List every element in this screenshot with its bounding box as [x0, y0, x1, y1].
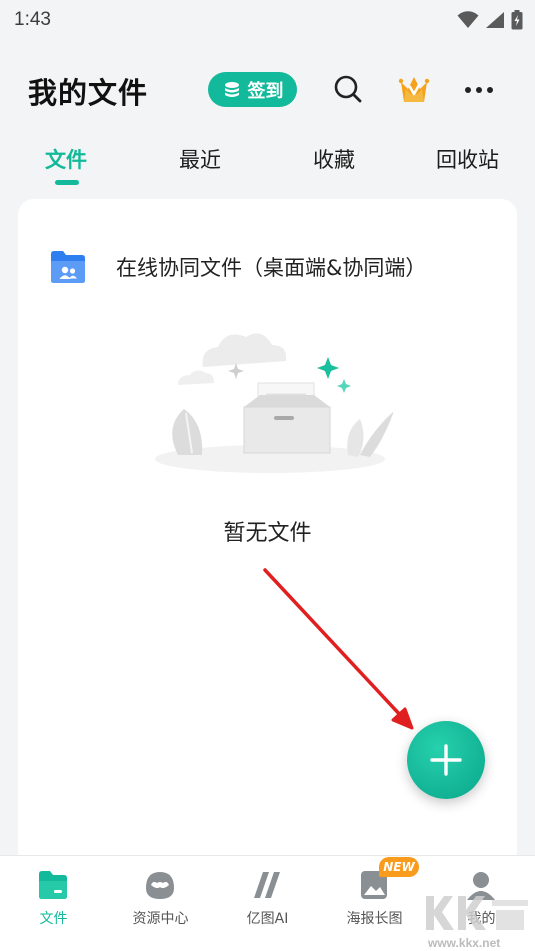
nav-item-files[interactable]: 文件 — [0, 856, 107, 951]
annotation-arrow — [263, 568, 414, 730]
online-folder-label: 在线协同文件（桌面端&协同端） — [116, 256, 427, 280]
status-time: 1:43 — [14, 9, 51, 30]
new-badge: NEW — [379, 857, 419, 877]
sign-in-label: 签到 — [247, 80, 284, 102]
page-title: 我的文件 — [28, 76, 149, 110]
tab-bar: 文件 最近 收藏 回收站 — [0, 140, 535, 190]
watermark-logo — [426, 896, 528, 930]
vip-crown-icon[interactable] — [396, 71, 432, 107]
tab-indicator — [55, 180, 79, 185]
tab-recycle-bin[interactable]: 回收站 — [436, 144, 499, 174]
nav-label-files: 文件 — [39, 911, 68, 927]
nav-label-poster: 海报长图 — [346, 911, 403, 927]
empty-box-illustration — [155, 333, 393, 473]
more-icon[interactable] — [462, 76, 496, 104]
nav-item-edraw-ai[interactable]: 亿图AI — [214, 856, 321, 951]
sign-in-button[interactable]: 签到 — [208, 72, 297, 107]
header: 我的文件 签到 — [0, 60, 535, 120]
online-collab-folder[interactable]: 在线协同文件（桌面端&协同端） — [50, 249, 426, 285]
file-icon — [39, 871, 67, 899]
watermark-url: www.kkx.net — [428, 936, 501, 950]
nav-label-edraw-ai: 亿图AI — [246, 911, 289, 927]
shared-folder-icon — [51, 251, 85, 283]
tab-favorites[interactable]: 收藏 — [313, 144, 355, 174]
battery-icon — [511, 10, 523, 30]
search-icon[interactable] — [332, 73, 364, 105]
status-bar: 1:43 — [0, 0, 535, 40]
nav-label-resource-center: 资源中心 — [132, 911, 189, 927]
signal-icon — [486, 12, 504, 28]
edraw-ai-icon — [254, 872, 280, 898]
wifi-icon — [457, 11, 479, 28]
tab-files[interactable]: 文件 — [45, 144, 87, 174]
resource-center-icon — [146, 872, 174, 899]
add-file-button[interactable] — [407, 721, 485, 799]
tab-recent[interactable]: 最近 — [179, 144, 221, 174]
plus-icon — [430, 744, 462, 776]
coins-icon — [224, 81, 239, 97]
status-icons — [457, 10, 523, 30]
nav-item-resource-center[interactable]: 资源中心 — [107, 856, 214, 951]
empty-state-text: 暂无文件 — [223, 521, 312, 546]
